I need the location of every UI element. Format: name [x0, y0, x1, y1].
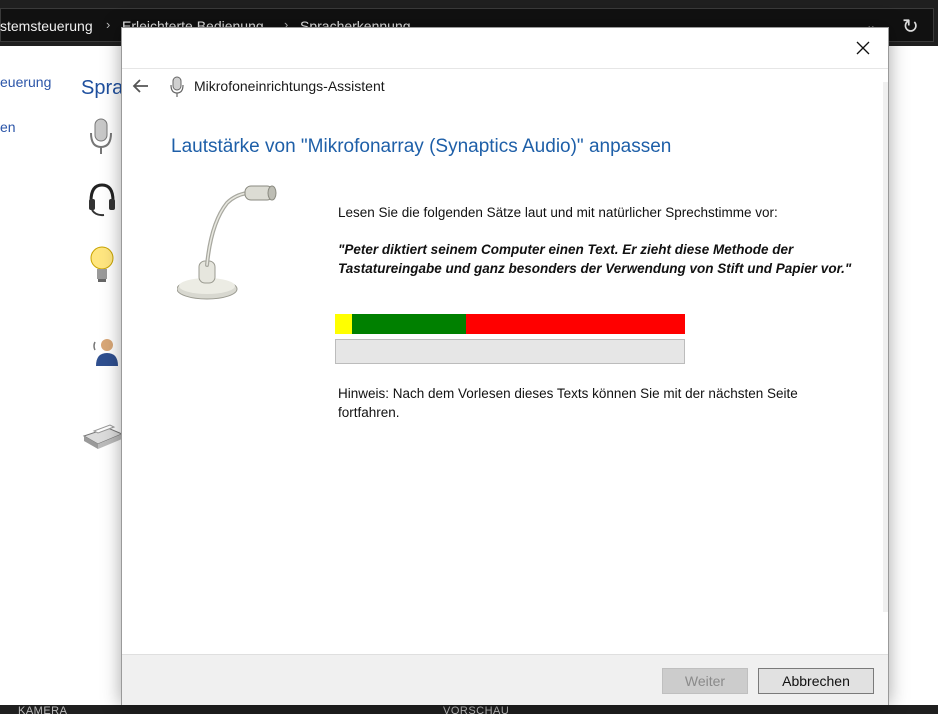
volume-level-meter	[335, 314, 685, 334]
headset-icon[interactable]	[86, 181, 118, 221]
breadcrumb-system-control[interactable]: stemsteuerung	[0, 18, 93, 34]
lightbulb-icon[interactable]	[89, 244, 115, 288]
sentence-to-read: "Peter diktiert seinem Computer einen Te…	[338, 242, 852, 276]
sidebar-link-2[interactable]: en	[0, 119, 16, 135]
dialog-footer: Weiter Abbrechen	[122, 654, 888, 705]
close-button[interactable]	[848, 36, 878, 60]
instruction-text: Lesen Sie die folgenden Sätze laut und m…	[338, 205, 778, 220]
hint-text: Hinweis: Nach dem Vorlesen dieses Texts …	[338, 386, 798, 420]
user-speech-icon[interactable]	[93, 336, 119, 368]
level-segment-low	[335, 314, 352, 334]
bottom-label-camera: KAMERA	[18, 705, 68, 714]
sidebar-link-1[interactable]: euerung	[0, 74, 51, 90]
bottom-label-preview: VORSCHAU	[443, 705, 510, 714]
breadcrumb-separator-icon: ›	[106, 17, 111, 32]
microphone-icon[interactable]	[88, 117, 114, 157]
wizard-title: Mikrofoneinrichtungs-Assistent	[194, 78, 385, 94]
back-arrow-icon[interactable]	[130, 75, 152, 97]
page-heading: Lautstärke von "Mikrofonarray (Synaptics…	[171, 136, 672, 157]
desk-microphone-illustration	[177, 185, 277, 300]
wizard-navigation-row: Mikrofoneinrichtungs-Assistent	[122, 68, 888, 104]
level-segment-high	[466, 314, 685, 334]
background-heading: Spra	[81, 77, 124, 99]
microphone-setup-dialog: Mikrofoneinrichtungs-Assistent Lautstärk…	[121, 27, 889, 705]
reading-progress-bar	[335, 339, 685, 364]
screen: stemsteuerung › Erleichterte Bedienung ›…	[0, 0, 938, 714]
refresh-icon[interactable]: ↻	[902, 14, 919, 39]
level-segment-optimal	[352, 314, 466, 334]
microphone-icon	[170, 76, 184, 97]
close-icon	[856, 41, 870, 55]
cancel-button[interactable]: Abbrechen	[758, 668, 874, 694]
next-button[interactable]: Weiter	[662, 668, 748, 694]
printer-icon[interactable]	[80, 416, 124, 452]
scrollbar[interactable]	[883, 82, 888, 612]
